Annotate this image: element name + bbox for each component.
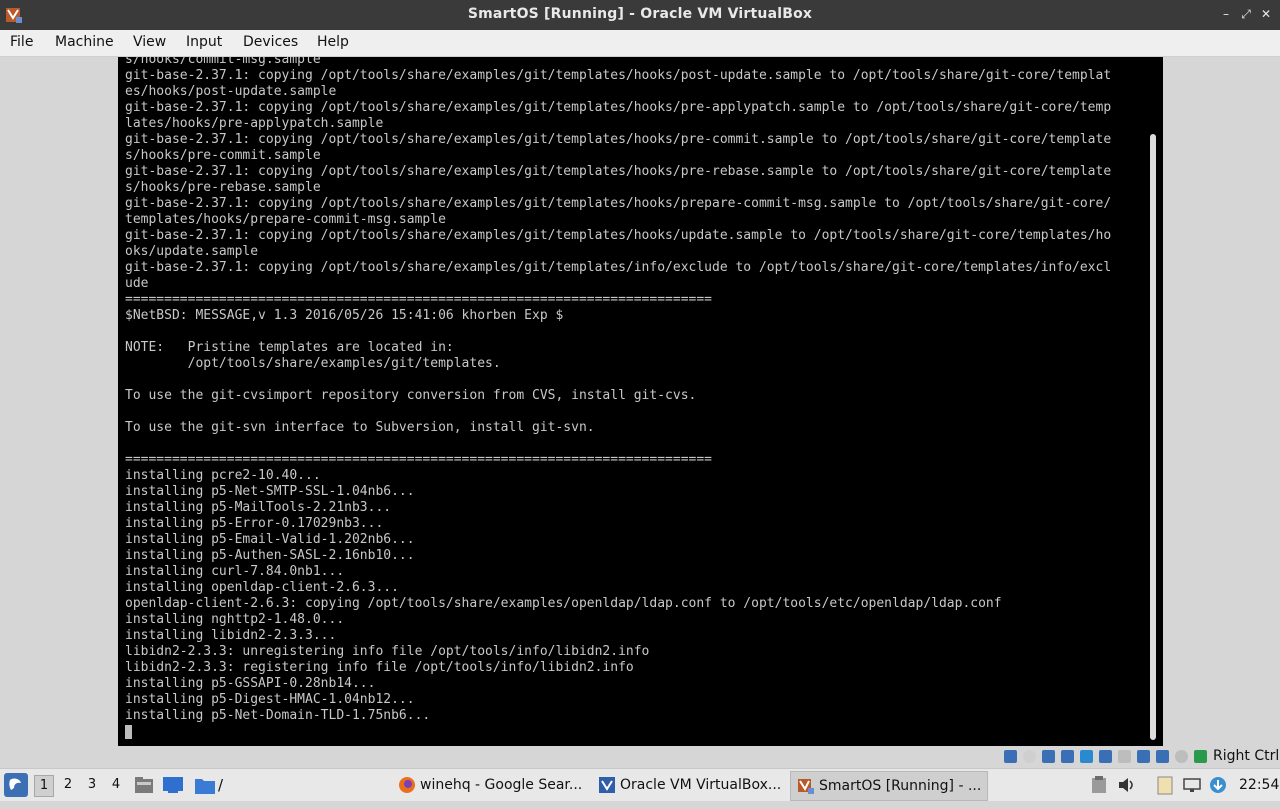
hard-disk-icon[interactable] [1004, 750, 1017, 763]
console-line: git-base-2.37.1: copying /opt/tools/shar… [125, 68, 1112, 83]
console-line: installing p5-Net-Domain-TLD-1.75nb6... [125, 708, 431, 723]
workspace-1[interactable]: 1 [34, 775, 54, 797]
text-cursor [125, 724, 132, 739]
console-line: installing p5-GSSAPI-0.28nb14... [125, 676, 376, 691]
console-scrollbar[interactable] [1150, 134, 1156, 740]
task-label: Oracle VM VirtualBox... [620, 777, 782, 793]
clock[interactable]: 22:54 [1239, 769, 1279, 801]
console-line: installing p5-Authen-SASL-2.16nb10... [125, 548, 415, 563]
console-line: git-base-2.37.1: copying /opt/tools/shar… [125, 100, 1112, 115]
keyboard-capture-icon[interactable] [1194, 750, 1207, 763]
console-line: git-base-2.37.1: copying /opt/tools/shar… [125, 132, 1112, 147]
menubar: File Machine View Input Devices Help [0, 30, 1280, 57]
taskbar: 1 2 3 4 / winehq - Google Sear... Oracle… [0, 768, 1280, 801]
console-line: templates/hooks/prepare-commit-msg.sampl… [125, 212, 446, 227]
launcher-path: / [218, 776, 224, 794]
minimize-button[interactable]: – [1218, 6, 1234, 22]
notes-icon[interactable] [1156, 775, 1174, 795]
network-icon[interactable] [1061, 750, 1074, 763]
console-line: $NetBSD: MESSAGE,v 1.3 2016/05/26 15:41:… [125, 308, 564, 323]
console-line: libidn2-2.3.3: unregistering info file /… [125, 644, 650, 659]
virtualbox-icon [798, 779, 814, 794]
menu-view[interactable]: View [133, 34, 166, 50]
window-titlebar[interactable]: SmartOS [Running] - Oracle VM VirtualBox… [0, 0, 1280, 30]
console-line: git-base-2.37.1: copying /opt/tools/shar… [125, 260, 1112, 275]
desktop-icon[interactable] [162, 776, 184, 794]
console-line: s/hooks/commit-msg.sample [125, 57, 321, 67]
console-line: git-base-2.37.1: copying /opt/tools/shar… [125, 196, 1112, 211]
workspace-3[interactable]: 3 [83, 775, 101, 795]
maximize-button[interactable]: ⤢ [1238, 6, 1254, 22]
menu-devices[interactable]: Devices [243, 34, 298, 50]
network-tray-icon[interactable] [1182, 777, 1202, 793]
cpu-icon[interactable] [1156, 750, 1169, 763]
window-title: SmartOS [Running] - Oracle VM VirtualBox [467, 6, 813, 22]
console-line: s/hooks/pre-commit.sample [125, 148, 321, 163]
task-smartos[interactable]: SmartOS [Running] - ... [790, 771, 988, 801]
console-line: libidn2-2.3.3: registering info file /op… [125, 660, 634, 675]
start-menu-icon [9, 778, 21, 790]
vm-screen[interactable]: s/hooks/commit-msg.sample git-base-2.37.1… [118, 57, 1163, 746]
update-icon[interactable] [1208, 775, 1228, 795]
file-manager-icon[interactable] [134, 776, 154, 794]
menu-file[interactable]: File [10, 34, 33, 50]
task-virtualbox-manager[interactable]: Oracle VM VirtualBox... [592, 771, 788, 799]
vm-statusbar: Right Ctrl [0, 746, 1280, 768]
console-line: To use the git-cvsimport repository conv… [125, 388, 697, 403]
console-line: installing p5-Net-SMTP-SSL-1.04nb6... [125, 484, 415, 499]
task-winehq[interactable]: winehq - Google Sear... [392, 771, 590, 799]
console-line: ========================================… [125, 452, 712, 467]
virtualbox-manager-icon [599, 777, 615, 793]
console-line: git-base-2.37.1: copying /opt/tools/shar… [125, 228, 1112, 243]
audio-icon[interactable] [1042, 750, 1055, 763]
console-line: installing curl-7.84.0nb1... [125, 564, 345, 579]
console-line: oks/update.sample [125, 244, 259, 259]
firefox-icon [399, 777, 415, 793]
mouse-integration-icon[interactable] [1175, 750, 1188, 763]
shared-folders-icon[interactable] [1099, 750, 1112, 763]
task-label: SmartOS [Running] - ... [819, 778, 982, 794]
clipboard-icon[interactable] [1091, 776, 1107, 794]
console-line: s/hooks/pre-rebase.sample [125, 180, 321, 195]
recording-icon[interactable] [1137, 750, 1150, 763]
console-line: installing p5-MailTools-2.21nb3... [125, 500, 392, 515]
console-output: s/hooks/commit-msg.sample git-base-2.37.1… [125, 57, 1137, 740]
host-key-label[interactable]: Right Ctrl [1213, 748, 1279, 764]
menu-machine[interactable]: Machine [55, 34, 114, 50]
console-line: NOTE: Pristine templates are located in: [125, 340, 454, 355]
display-icon[interactable] [1118, 750, 1131, 763]
console-line: installing nghttp2-1.48.0... [125, 612, 345, 627]
close-button[interactable]: ✕ [1258, 6, 1274, 22]
usb-icon[interactable] [1080, 750, 1093, 763]
console-prompt-line [125, 724, 1137, 740]
workspace-2[interactable]: 2 [59, 775, 77, 795]
console-line: installing pcre2-10.40... [125, 468, 321, 483]
workspace-4[interactable]: 4 [107, 775, 125, 795]
menu-help[interactable]: Help [317, 34, 349, 50]
console-line: To use the git-svn interface to Subversi… [125, 420, 595, 435]
vm-display-area: s/hooks/commit-msg.sample git-base-2.37.1… [0, 57, 1280, 746]
console-line: installing p5-Error-0.17029nb3... [125, 516, 384, 531]
console-line: installing libidn2-2.3.3... [125, 628, 337, 643]
console-line: installing p5-Digest-HMAC-1.04nb12... [125, 692, 415, 707]
console-line: ude [125, 276, 149, 291]
console-line: installing openldap-client-2.6.3... [125, 580, 399, 595]
menu-input[interactable]: Input [186, 34, 222, 50]
console-line: ========================================… [125, 292, 712, 307]
volume-icon[interactable] [1118, 777, 1136, 793]
optical-drive-icon[interactable] [1023, 750, 1036, 763]
console-line: openldap-client-2.6.3: copying /opt/tool… [125, 596, 1002, 611]
console-line: git-base-2.37.1: copying /opt/tools/shar… [125, 164, 1112, 179]
console-line: es/hooks/post-update.sample [125, 84, 337, 99]
task-label: winehq - Google Sear... [420, 777, 583, 793]
start-menu-button[interactable] [4, 773, 28, 797]
console-line: lates/hooks/pre-applypatch.sample [125, 116, 384, 131]
console-line: /opt/tools/share/examples/git/templates. [125, 356, 501, 371]
folder-icon[interactable] [194, 775, 216, 795]
console-line: installing p5-Email-Valid-1.202nb6... [125, 532, 415, 547]
